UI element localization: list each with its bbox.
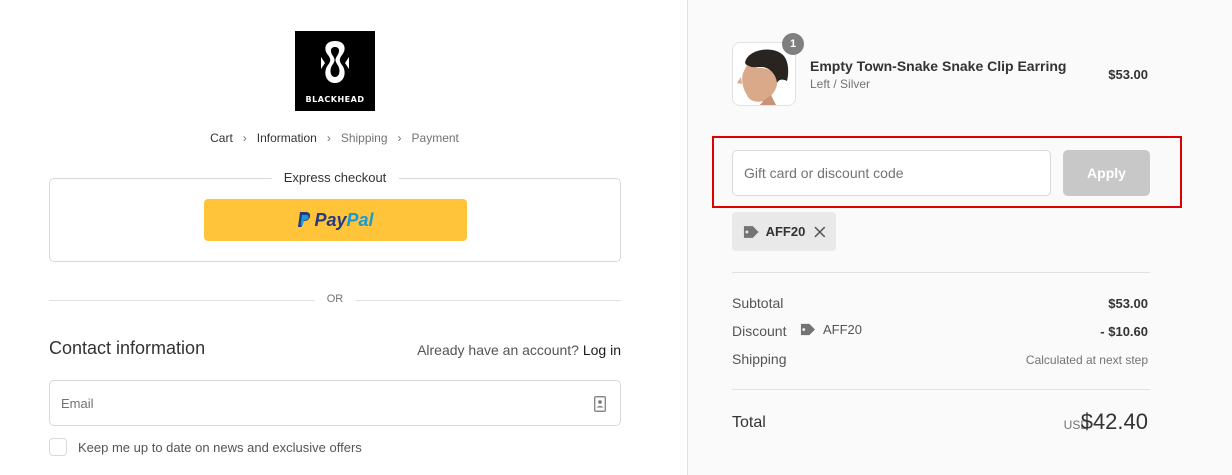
email-field[interactable]: [50, 381, 620, 425]
close-icon[interactable]: [814, 226, 826, 238]
paypal-button[interactable]: PayPal: [204, 199, 467, 241]
email-field-wrapper: [49, 380, 621, 426]
quantity-badge: 1: [782, 33, 804, 55]
breadcrumb-cart[interactable]: Cart: [210, 131, 233, 145]
logo-mark-icon: [321, 41, 349, 83]
shipping-label: Shipping: [732, 351, 787, 367]
shipping-value: Calculated at next step: [1025, 353, 1148, 367]
applied-discount-tag: AFF20: [732, 212, 836, 251]
discount-code-inline: AFF20: [799, 322, 862, 337]
apply-button[interactable]: Apply: [1063, 150, 1150, 196]
account-prompt: Already have an account? Log in: [417, 342, 621, 358]
discount-label: Discount: [732, 323, 787, 339]
tag-icon: [743, 225, 759, 238]
newsletter-option: Keep me up to date on news and exclusive…: [49, 438, 362, 456]
discount-code-text: AFF20: [823, 322, 863, 337]
summary-divider: [732, 272, 1150, 273]
chevron-right-icon: ›: [397, 131, 402, 145]
discount-code-input[interactable]: [733, 151, 1050, 195]
store-logo[interactable]: BLACKHEAD: [295, 31, 375, 111]
contact-card-icon: [594, 396, 606, 412]
subtotal-value: $53.00: [1108, 296, 1148, 311]
paypal-logo-icon: [298, 212, 311, 227]
breadcrumb-shipping: Shipping: [340, 131, 388, 145]
express-checkout-title: Express checkout: [271, 170, 399, 185]
express-checkout-section: Express checkout PayPal: [49, 170, 621, 262]
breadcrumb: Cart › Information › Shipping › Payment: [0, 131, 669, 145]
or-divider: OR: [49, 293, 621, 305]
total-amount: $42.40: [1080, 409, 1148, 434]
account-prompt-text: Already have an account?: [417, 342, 579, 358]
contact-information-heading: Contact information: [49, 338, 206, 358]
total-divider: [732, 389, 1150, 390]
chevron-right-icon: ›: [242, 131, 247, 145]
breadcrumb-payment: Payment: [411, 131, 459, 145]
discount-value: - $10.60: [1100, 324, 1148, 339]
breadcrumb-information: Information: [256, 131, 317, 145]
paypal-wordmark: PayPal: [314, 209, 374, 230]
or-divider-text: OR: [314, 293, 356, 305]
main-checkout-panel: BLACKHEAD Cart › Information › Shipping …: [0, 0, 687, 475]
discount-field-wrapper: [732, 150, 1051, 196]
login-link[interactable]: Log in: [583, 342, 621, 358]
product-name: Empty Town-Snake Snake Clip Earring: [810, 58, 1067, 74]
total-label: Total: [732, 414, 766, 431]
tag-icon: [800, 323, 815, 336]
newsletter-label: Keep me up to date on news and exclusive…: [78, 439, 362, 455]
subtotal-label: Subtotal: [732, 295, 784, 311]
logo-text: BLACKHEAD: [305, 95, 365, 104]
newsletter-checkbox[interactable]: [49, 438, 67, 456]
product-price: $53.00: [1108, 67, 1148, 82]
chevron-right-icon: ›: [326, 131, 331, 145]
applied-discount-code: AFF20: [765, 224, 806, 239]
product-variant: Left / Silver: [810, 77, 871, 91]
order-summary-panel: 1 Empty Town-Snake Snake Clip Earring Le…: [687, 0, 1232, 475]
